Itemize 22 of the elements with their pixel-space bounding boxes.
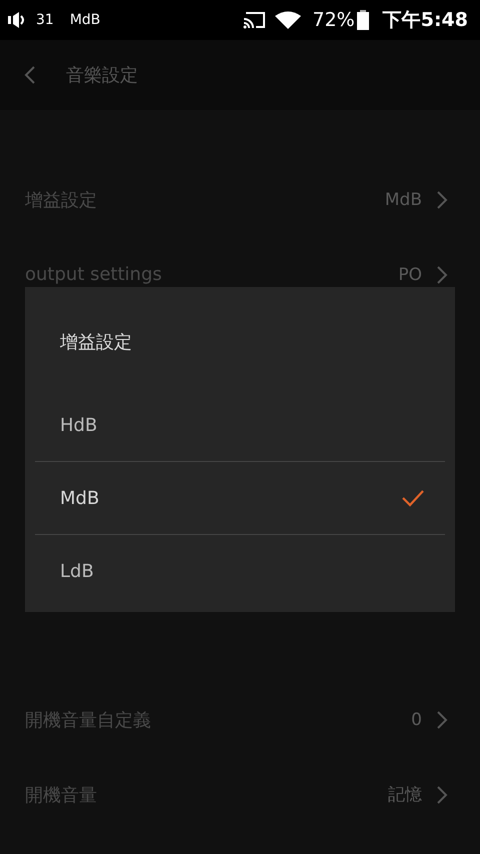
gain-indicator: MdB <box>70 12 100 28</box>
settings-row[interactable]: 開機音量自定義 0 <box>0 682 480 757</box>
settings-row[interactable]: output settings PO <box>0 237 480 312</box>
settings-row[interactable]: 開機音量 記憶 <box>0 757 480 832</box>
battery-percent: 72% <box>312 9 355 31</box>
check-icon <box>401 489 425 507</box>
gain-option[interactable]: LdB <box>35 534 445 607</box>
chevron-right-icon <box>436 784 448 804</box>
back-icon[interactable] <box>24 65 36 85</box>
settings-row[interactable]: 增益設定 MdB <box>0 162 480 237</box>
dialog-title: 增益設定 <box>59 331 133 355</box>
volume-level: 31 <box>36 12 54 28</box>
clock: 下午5:48 <box>382 8 468 33</box>
gain-option[interactable]: MdB <box>35 461 445 534</box>
chevron-right-icon <box>436 264 448 284</box>
chevron-right-icon <box>436 190 448 210</box>
page-title: 音樂設定 <box>66 64 138 87</box>
wifi-icon <box>274 11 300 29</box>
battery-icon <box>356 10 369 30</box>
chevron-right-icon <box>436 710 448 730</box>
gain-option[interactable]: HdB <box>35 389 445 461</box>
cast-icon <box>242 11 266 29</box>
